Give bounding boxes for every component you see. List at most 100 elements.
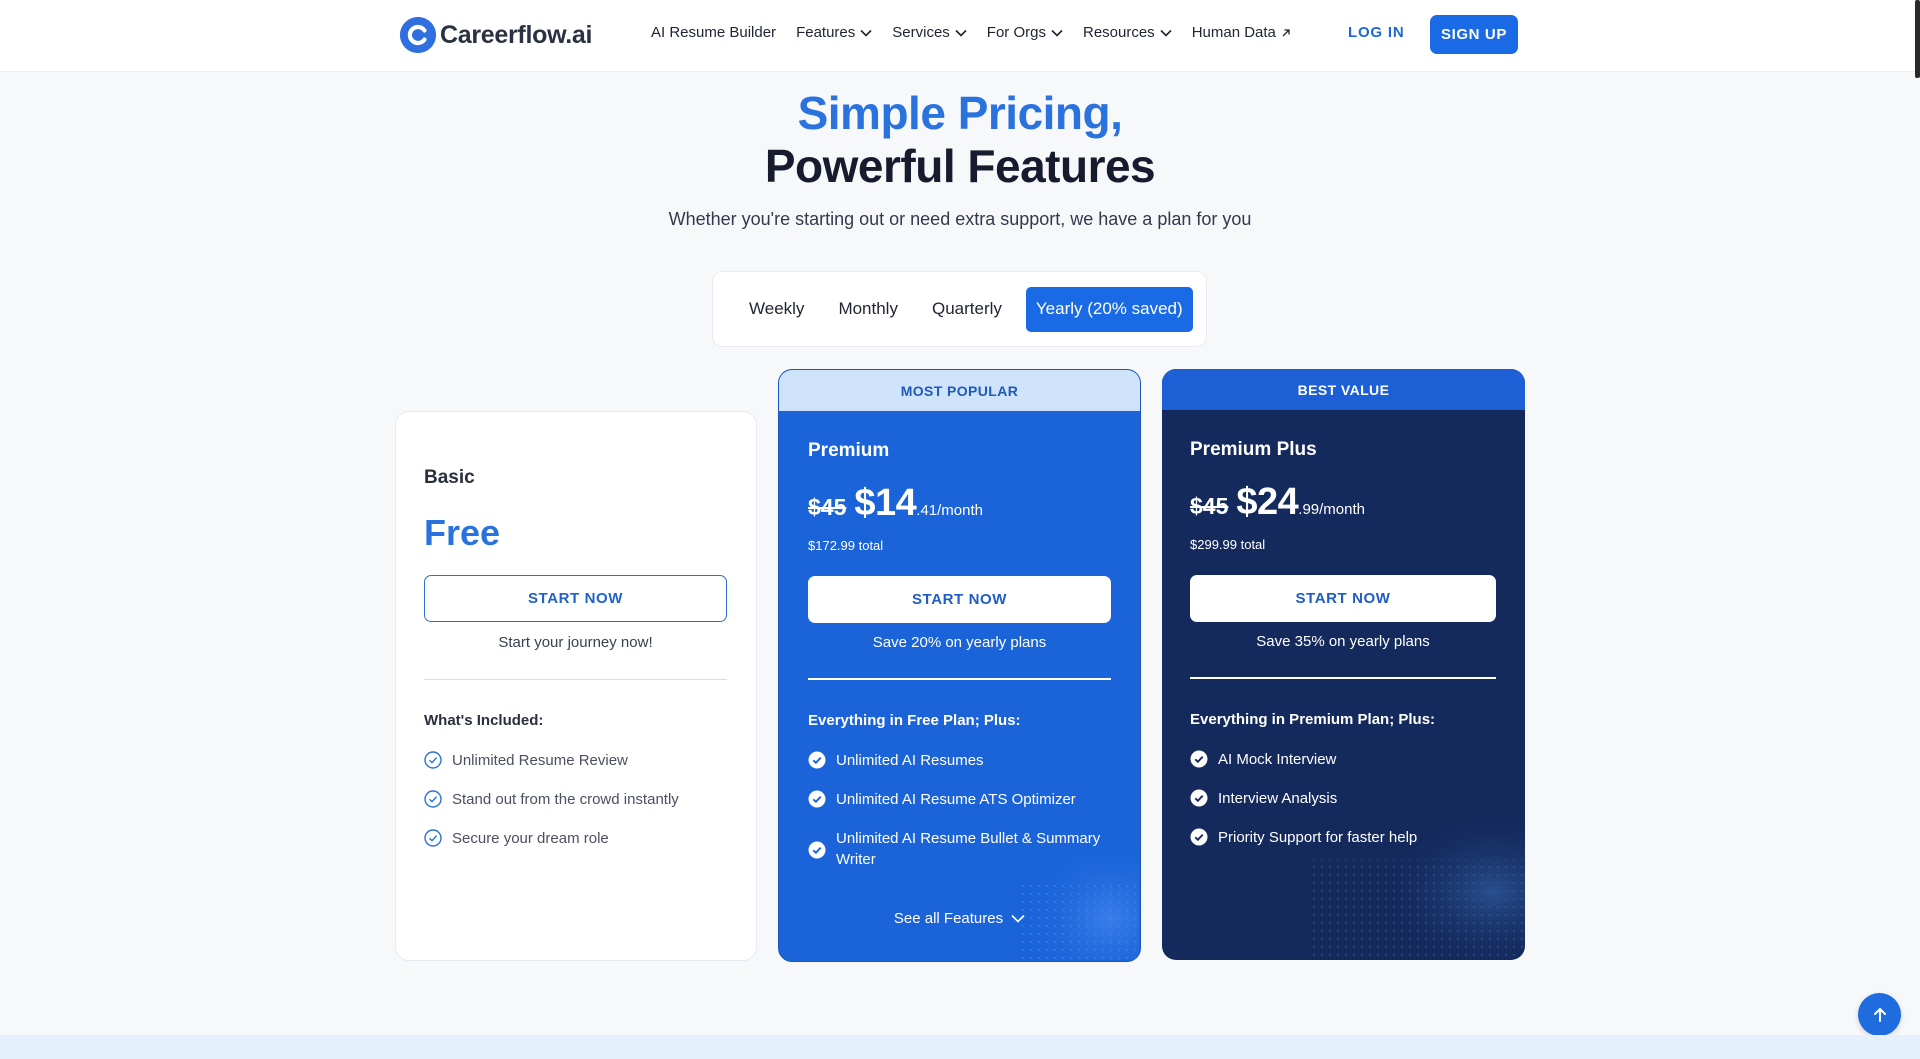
chevron-down-icon: [860, 29, 872, 37]
login-link[interactable]: LOG IN: [1348, 24, 1404, 41]
plan-name: Premium: [808, 440, 890, 461]
list-item: Unlimited AI Resumes: [808, 750, 1111, 771]
plan-total: $299.99 total: [1190, 537, 1266, 552]
check-circle-icon: [1190, 828, 1208, 846]
nav-label: Services: [892, 24, 950, 41]
list-item: Unlimited AI Resume Bullet & Summary Wri…: [808, 828, 1111, 870]
nav-label: Human Data: [1191, 24, 1276, 41]
plan-name: Premium Plus: [1190, 439, 1317, 460]
list-item: Interview Analysis: [1190, 788, 1496, 809]
feature-text: Unlimited AI Resume ATS Optimizer: [836, 791, 1076, 808]
logo-text: Careerflow.ai: [440, 20, 593, 49]
nav-label: Resources: [1082, 24, 1155, 41]
feature-text: Priority Support for faster help: [1218, 829, 1418, 846]
plan-card-premium-plus: BEST VALUE Premium Plus $45 $24 .99/mont…: [1162, 369, 1525, 960]
price-suffix: .41/month: [916, 502, 983, 519]
nav-services[interactable]: Services: [892, 24, 967, 41]
feature-list: Unlimited Resume Review Stand out from t…: [424, 750, 727, 867]
plan-price-row: $45 $24 .99/month: [1190, 481, 1365, 524]
page-title-line1: Simple Pricing,: [797, 87, 1123, 139]
nav-for-orgs[interactable]: For Orgs: [987, 24, 1063, 41]
check-circle-icon: [808, 790, 826, 808]
careerflow-logo-icon: [400, 17, 436, 53]
plan-price-row: $45 $14 .41/month: [808, 482, 983, 525]
check-circle-icon: [1190, 750, 1208, 768]
see-all-features-link[interactable]: See all Features: [779, 910, 1140, 927]
billing-period-toggle: Weekly Monthly Quarterly Yearly (20% sav…: [712, 271, 1207, 347]
feature-text: Secure your dream role: [452, 830, 609, 847]
page-subtitle: Whether you're starting out or need extr…: [668, 209, 1252, 229]
feature-text: Stand out from the crowd instantly: [452, 791, 679, 808]
page-title-line2: Powerful Features: [764, 140, 1156, 192]
feature-list: AI Mock Interview Interview Analysis Pri…: [1190, 749, 1496, 866]
nav-label: AI Resume Builder: [651, 24, 777, 41]
list-item: Unlimited AI Resume ATS Optimizer: [808, 789, 1111, 810]
feature-text: Interview Analysis: [1218, 790, 1338, 807]
check-circle-icon: [808, 841, 826, 858]
included-heading: What's Included:: [424, 712, 544, 729]
plan-price: $14: [854, 482, 917, 524]
original-price: $45: [1190, 493, 1229, 519]
chevron-down-icon: [1160, 29, 1172, 37]
check-circle-icon: [808, 751, 826, 769]
chevron-down-icon: [1011, 914, 1025, 923]
plan-note: Save 20% on yearly plans: [872, 634, 1047, 651]
price-suffix: .99/month: [1298, 501, 1365, 518]
main-nav: AI Resume Builder Features Services For …: [651, 24, 1311, 41]
chevron-down-icon: [955, 29, 967, 37]
chevron-down-icon: [1051, 29, 1063, 37]
check-circle-icon: [1190, 789, 1208, 807]
scroll-to-top-button[interactable]: [1858, 993, 1901, 1036]
plan-note: Save 35% on yearly plans: [1256, 633, 1430, 650]
check-circle-icon: [424, 829, 442, 847]
start-now-button[interactable]: START NOW: [808, 576, 1111, 623]
see-all-label: See all Features: [893, 910, 1004, 927]
billing-quarterly[interactable]: Quarterly: [915, 287, 1019, 332]
site-header: Careerflow.ai AI Resume Builder Features…: [0, 0, 1920, 72]
logo[interactable]: Careerflow.ai: [400, 17, 592, 53]
feature-text: Unlimited Resume Review: [452, 752, 628, 769]
list-item: Priority Support for faster help: [1190, 827, 1496, 848]
feature-text: Unlimited AI Resumes: [836, 752, 984, 769]
nav-features[interactable]: Features: [796, 24, 872, 41]
plan-note: Start your journey now!: [498, 634, 653, 651]
nav-label: Features: [796, 24, 856, 41]
billing-monthly[interactable]: Monthly: [821, 287, 915, 332]
most-popular-badge: MOST POPULAR: [779, 370, 1140, 411]
original-price: $45: [808, 494, 847, 520]
plan-card-basic: Basic Free START NOW Start your journey …: [395, 411, 757, 961]
feature-text: Unlimited AI Resume Bullet & Summary Wri…: [836, 830, 1101, 868]
external-arrow-icon: [1282, 28, 1290, 36]
plan-card-premium: MOST POPULAR Premium $45 $14 .41/month $…: [778, 369, 1141, 962]
page-scrollbar[interactable]: [1915, 0, 1920, 78]
included-heading: Everything in Free Plan; Plus:: [808, 712, 1021, 729]
next-section-band: [0, 1035, 1920, 1059]
plan-total: $172.99 total: [808, 538, 884, 553]
divider: [424, 679, 727, 680]
plan-name: Basic: [424, 467, 475, 488]
check-circle-icon: [424, 751, 442, 769]
divider: [808, 678, 1111, 680]
feature-text: AI Mock Interview: [1218, 751, 1337, 768]
list-item: Unlimited Resume Review: [424, 750, 727, 771]
nav-resources[interactable]: Resources: [1083, 24, 1172, 41]
nav-ai-resume-builder[interactable]: AI Resume Builder: [651, 24, 776, 41]
list-item: AI Mock Interview: [1190, 749, 1496, 770]
plan-price: Free: [424, 512, 501, 553]
arrow-up-icon: [1873, 1007, 1886, 1022]
nav-label: For Orgs: [986, 24, 1046, 41]
best-value-badge: BEST VALUE: [1162, 369, 1525, 410]
billing-yearly[interactable]: Yearly (20% saved): [1025, 286, 1193, 332]
start-now-button[interactable]: START NOW: [424, 575, 727, 622]
list-item: Secure your dream role: [424, 828, 727, 849]
divider: [1190, 677, 1496, 679]
billing-weekly[interactable]: Weekly: [732, 287, 821, 332]
check-circle-icon: [424, 790, 442, 808]
start-now-button[interactable]: START NOW: [1190, 575, 1496, 622]
included-heading: Everything in Premium Plan; Plus:: [1190, 711, 1436, 728]
signup-button[interactable]: SIGN UP: [1430, 15, 1518, 54]
plan-price: $24: [1236, 481, 1299, 523]
nav-human-data[interactable]: Human Data: [1192, 24, 1291, 41]
feature-list: Unlimited AI Resumes Unlimited AI Resume…: [808, 750, 1111, 888]
list-item: Stand out from the crowd instantly: [424, 789, 727, 810]
